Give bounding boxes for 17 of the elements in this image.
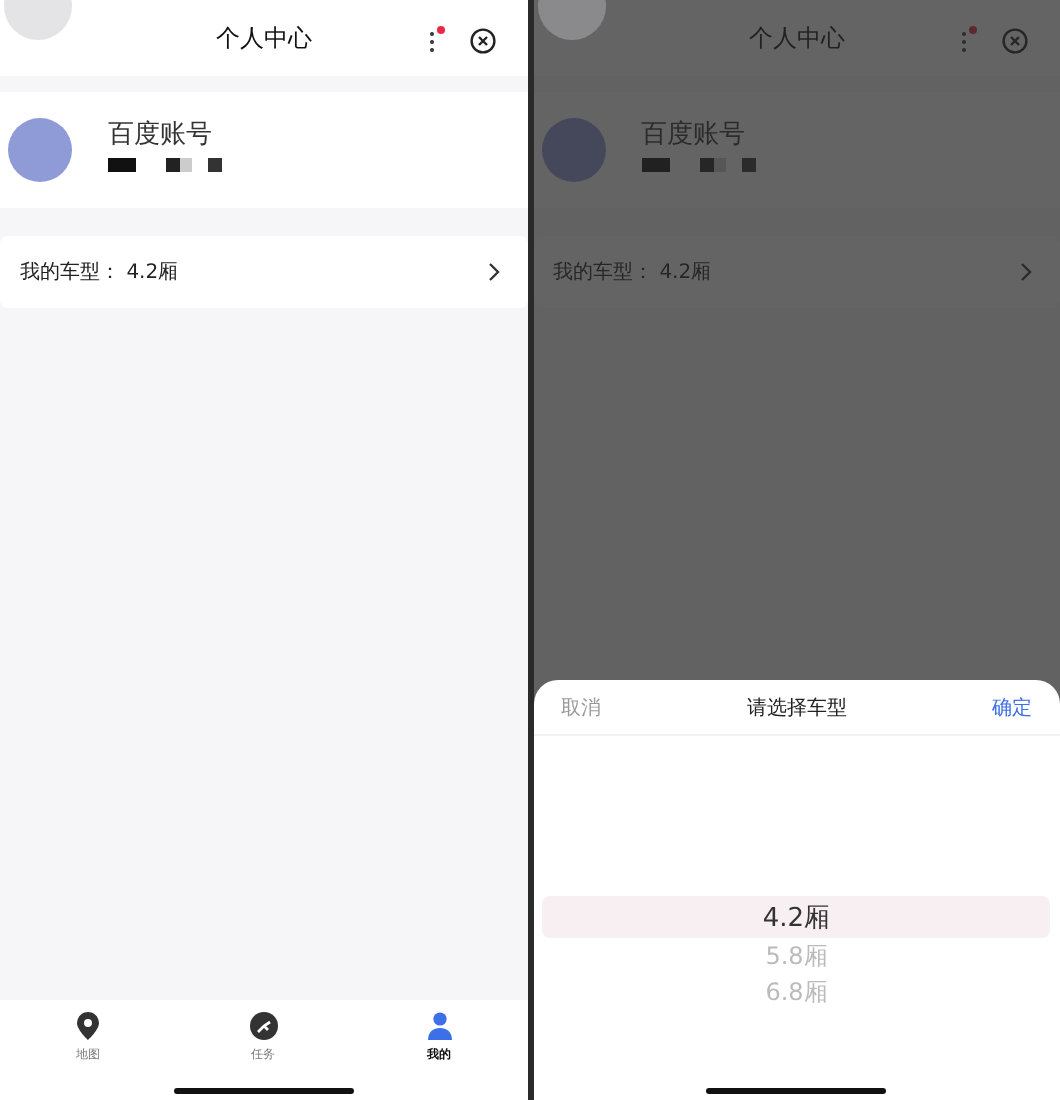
vehicle-row[interactable]: 我的车型： 4.2厢 (0, 236, 527, 308)
map-pin-icon (75, 1012, 100, 1040)
picker-title: 请选择车型 (746, 695, 847, 721)
page-title: 个人中心 (215, 21, 312, 55)
cancel-button[interactable]: 取消 (561, 693, 601, 721)
account-name: 百度账号 (641, 118, 747, 152)
picker-option[interactable]: 4.2厢 (542, 896, 1051, 938)
confirm-button[interactable]: 确定 (992, 693, 1032, 721)
person-icon (427, 1012, 452, 1040)
page-title: 个人中心 (748, 21, 845, 55)
chevron-right-icon (487, 262, 499, 282)
avatar (8, 118, 72, 182)
close-icon[interactable] (469, 27, 495, 53)
account-name: 百度账号 (108, 118, 214, 152)
masked-number-drawing (108, 158, 228, 172)
task-icon (249, 1012, 278, 1040)
more-icon[interactable] (427, 26, 445, 54)
